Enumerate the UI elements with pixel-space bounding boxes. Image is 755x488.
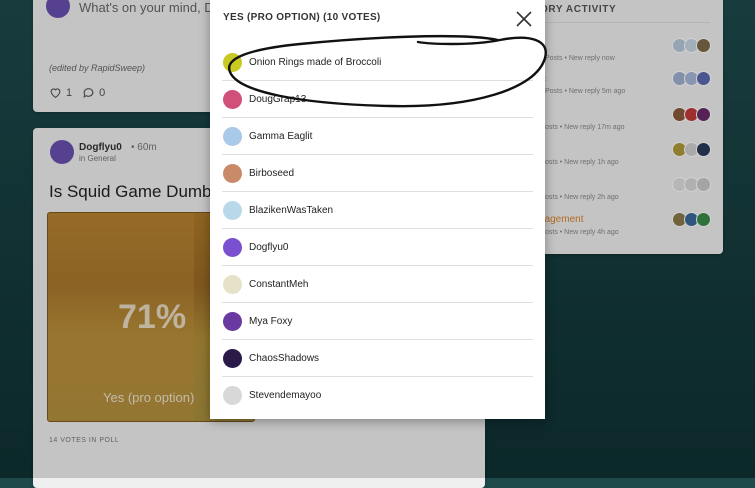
modal-title: YES (PRO OPTION) (10 VOTES) xyxy=(223,12,381,23)
voter-name[interactable]: Mya Foxy xyxy=(249,316,292,327)
avatar[interactable] xyxy=(223,89,242,109)
voter-name[interactable]: Dogflyu0 xyxy=(249,242,288,253)
voter-name[interactable]: Gamma Eaglit xyxy=(249,131,312,142)
voter-name[interactable]: Stevendemayoo xyxy=(249,390,321,401)
close-button[interactable] xyxy=(513,8,535,30)
avatar[interactable] xyxy=(223,311,242,331)
avatar[interactable] xyxy=(223,52,242,72)
avatar[interactable] xyxy=(223,385,242,405)
avatar[interactable] xyxy=(223,348,242,368)
voter-row[interactable]: Onion Rings made of Broccoli xyxy=(222,44,533,81)
avatar[interactable] xyxy=(223,237,242,257)
avatar[interactable] xyxy=(223,126,242,146)
avatar[interactable] xyxy=(223,163,242,183)
voter-name[interactable]: BlazikenWasTaken xyxy=(249,205,333,216)
avatar[interactable] xyxy=(223,200,242,220)
voter-name[interactable]: Birboseed xyxy=(249,168,294,179)
voter-name[interactable]: ChaosShadows xyxy=(249,353,319,364)
voter-row[interactable]: BlazikenWasTaken xyxy=(222,192,533,229)
voter-row[interactable]: DougGrap13 xyxy=(222,81,533,118)
close-icon xyxy=(516,11,532,27)
voter-name[interactable]: DougGrap13 xyxy=(249,94,306,105)
voter-row[interactable]: ChaosShadows xyxy=(222,340,533,377)
voter-row[interactable]: ConstantMeh xyxy=(222,266,533,303)
voter-name[interactable]: Onion Rings made of Broccoli xyxy=(249,57,381,68)
voter-row[interactable]: Stevendemayoo xyxy=(222,377,533,413)
voter-row[interactable]: Gamma Eaglit xyxy=(222,118,533,155)
voter-row[interactable]: Mya Foxy xyxy=(222,303,533,340)
voter-row[interactable]: Birboseed xyxy=(222,155,533,192)
voter-name[interactable]: ConstantMeh xyxy=(249,279,308,290)
voter-list: Onion Rings made of Broccoli DougGrap13 Ga… xyxy=(222,44,533,413)
avatar[interactable] xyxy=(223,274,242,294)
voters-modal: YES (PRO OPTION) (10 VOTES) Onion Rings … xyxy=(210,0,545,419)
voter-row[interactable]: Dogflyu0 xyxy=(222,229,533,266)
